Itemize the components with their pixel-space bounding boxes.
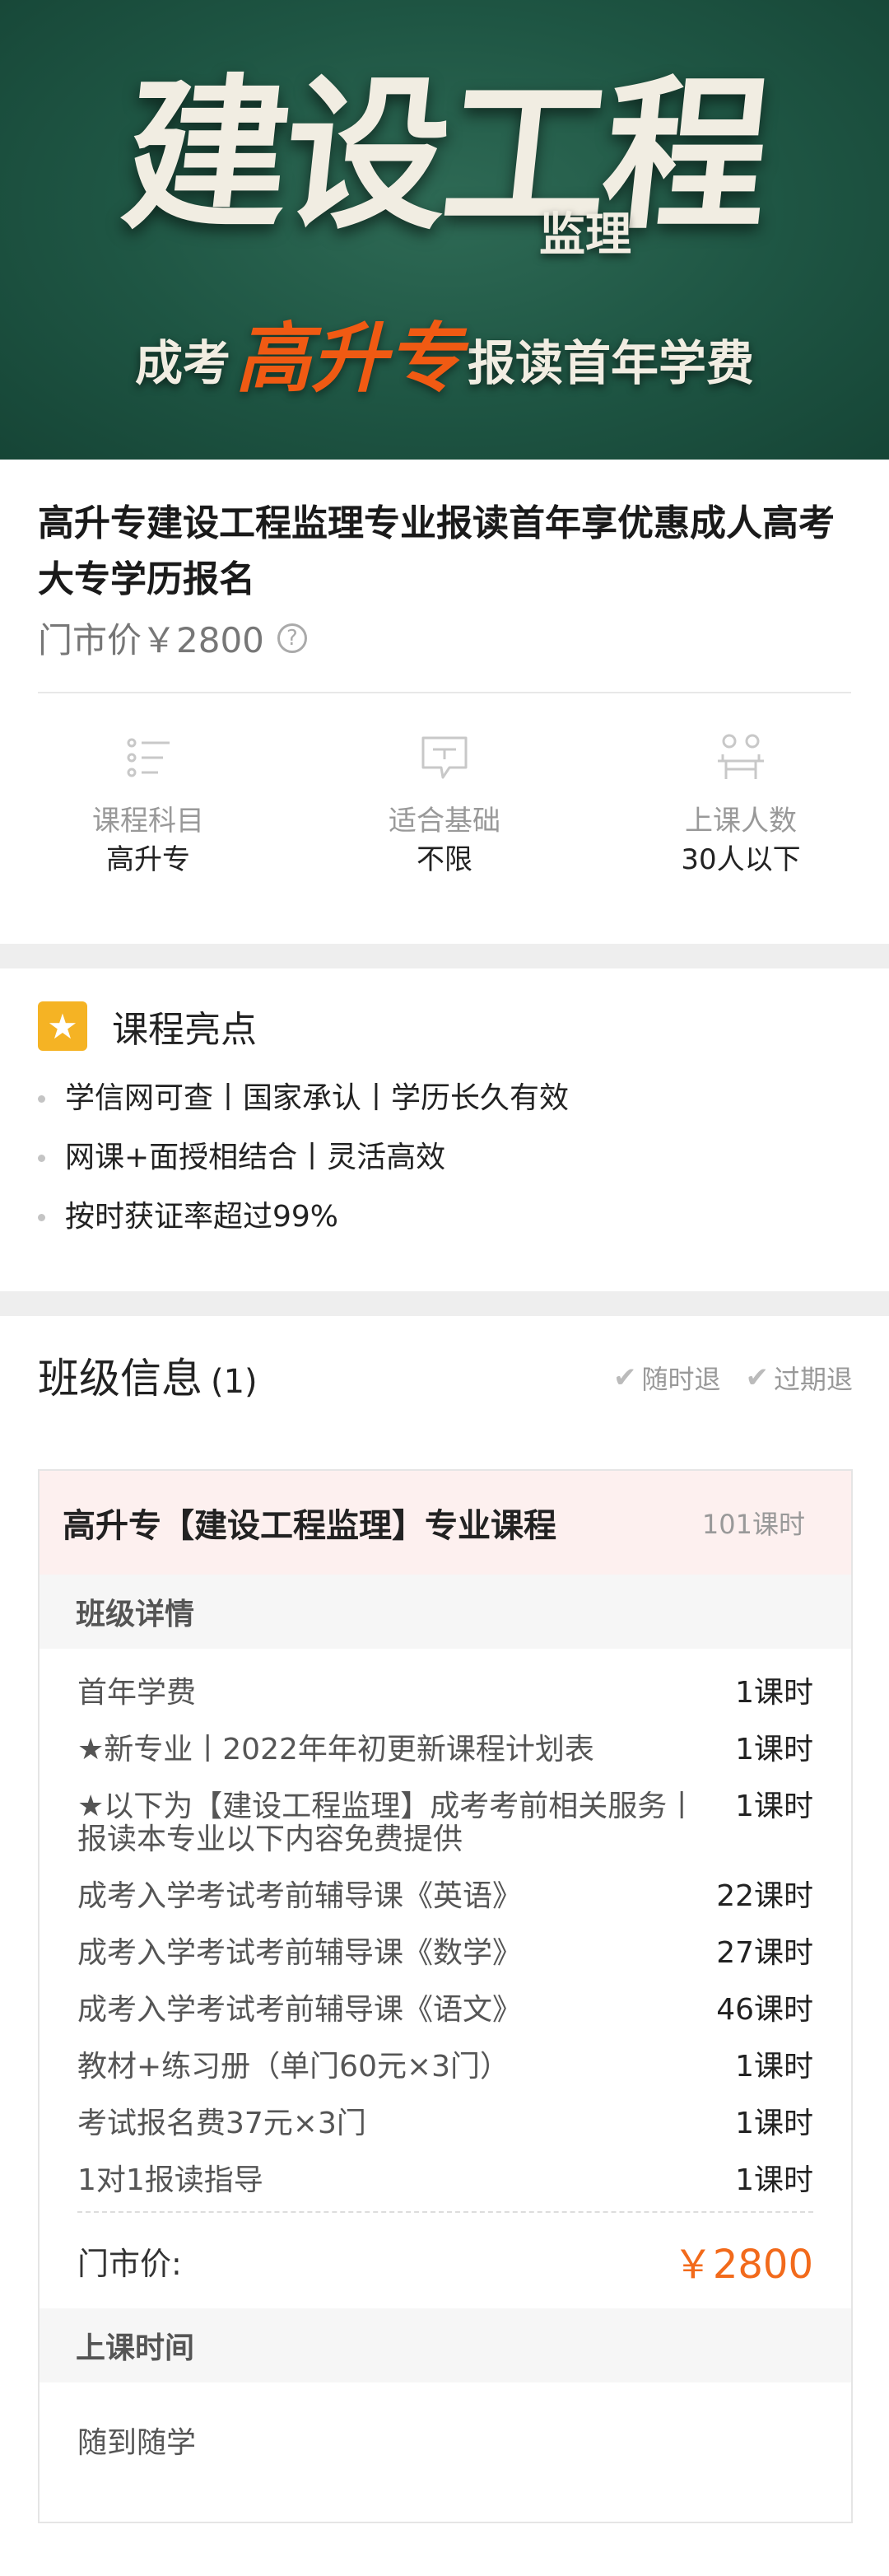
table-row: 1对1报读指导 1课时 [77,2153,813,2210]
row-name: 考试报名费37元×3门 [77,2107,366,2140]
stat-subject: 课程科目 高升专 [0,731,296,880]
refund-anytime-tag: ✔ 随时退 [613,1359,721,1397]
market-price: 门市价￥2800 [38,620,264,660]
stat-value: 不限 [417,843,472,876]
class-time-header: 上课时间 [40,2308,851,2382]
row-name: ★新专业丨2022年年初更新课程计划表 [77,1733,594,1766]
people-icon [718,734,764,779]
course-highlights: ★ 课程亮点 学信网可查丨国家承认丨学历长久有效 网课+面授相结合丨灵活高效 按… [0,968,889,1291]
refund-expired-tag: ✔ 过期退 [745,1359,853,1397]
table-row: ★新专业丨2022年年初更新课程计划表 1课时 [77,1722,813,1779]
highlight-text: 按时获证率超过99% [65,1200,339,1234]
market-price-row: 门市价￥2800 ? [38,613,307,663]
row-name: 教材+练习册（单门60元×3门） [77,2050,510,2084]
table-row: 首年学费 1课时 [77,1665,813,1722]
chat-board-icon [421,736,468,779]
stat-value: 30人以下 [681,843,801,876]
class-price: ￥2800 [673,2242,813,2288]
stat-label: 上课人数 [685,805,797,838]
table-row: 教材+练习册（单门60元×3门） 1课时 [77,2039,813,2096]
divider [38,692,851,693]
class-info-title: 班级信息 (1) [38,1346,258,1405]
row-name: 成考入学考试考前辅导课《语文》 [77,1993,523,2027]
stat-value: 高升专 [106,843,190,876]
table-row: 成考入学考试考前辅导课《数学》 27课时 [77,1925,813,1982]
stat-class-size: 上课人数 30人以下 [593,731,889,880]
list-item: 按时获证率超过99% [38,1188,569,1247]
course-banner: 建设工程 监理 成考高升专 报读首年学费 [0,0,889,460]
banner-tag-text: 监理 [539,208,631,262]
course-stats: 课程科目 高升专 适合基础 不限 上课人数 30人以下 [0,731,889,880]
table-row: 考试报名费37元×3门 1课时 [77,2096,813,2153]
banner-main-text: 建设工程 [114,60,775,252]
tag-label: 过期退 [773,1364,853,1395]
stat-label: 课程科目 [92,805,204,838]
class-info-label: 班级信息 [38,1355,202,1402]
stat-label: 适合基础 [389,805,500,838]
row-name: 成考入学考试考前辅导课《英语》 [77,1879,523,1913]
course-title: 高升专建设工程监理专业报读首年享优惠成人高考大专学历报名 [38,502,835,600]
row-name: 1对1报读指导 [77,2163,263,2197]
banner-sub-mid: 高升专 [235,315,463,403]
row-hours: 1课时 [735,1676,813,1710]
class-total-hours: 101课时 [701,1509,805,1540]
tag-label: 随时退 [641,1364,721,1395]
row-hours: 1课时 [735,1790,813,1823]
table-row: 成考入学考试考前辅导课《语文》 46课时 [77,1982,813,2039]
highlights-title: 课程亮点 [112,1009,257,1051]
row-hours: 27课时 [716,1936,813,1970]
check-icon: ✔ [745,1361,769,1394]
stat-level: 适合基础 不限 [296,731,593,880]
course-info-card: 高升专建设工程监理专业报读首年享优惠成人高考大专学历报名 门市价￥2800 ? … [0,460,889,944]
highlight-text: 网课+面授相结合丨灵活高效 [65,1141,446,1174]
class-card[interactable]: 高升专【建设工程监理】专业课程 101课时 班级详情 首年学费 1课时 ★新专业丨… [38,1469,853,2523]
highlights-header: ★ 课程亮点 [38,1000,257,1052]
row-hours: 1课时 [735,2163,813,2197]
class-name: 高升专【建设工程监理】专业课程 [63,1507,556,1545]
class-count: (1) [211,1363,258,1401]
row-name: 首年学费 [77,1676,197,1710]
class-detail-list: 首年学费 1课时 ★新专业丨2022年年初更新课程计划表 1课时 ★以下为【建设工程… [40,1649,851,2210]
list-item: 网课+面授相结合丨灵活高效 [38,1128,569,1188]
star-icon: ★ [38,1001,87,1051]
banner-sub-right: 报读首年学费 [468,335,755,391]
class-detail-header: 班级详情 [40,1575,851,1649]
bullet-icon [38,1154,45,1162]
row-hours: 1课时 [735,2107,813,2140]
class-info-section: 班级信息 (1) ✔ 随时退 ✔ 过期退 高升专【建设工程监理】专业课程 101课时 … [0,1316,889,2576]
table-row: ★以下为【建设工程监理】成考考前相关服务丨报读本专业以下内容免费提供 1课时 [77,1779,813,1869]
highlight-text: 学信网可查丨国家承认丨学历长久有效 [65,1081,570,1115]
highlights-list: 学信网可查丨国家承认丨学历长久有效 网课+面授相结合丨灵活高效 按时获证率超过9… [38,1069,569,1247]
class-price-row: 门市价: ￥2800 [40,2213,851,2308]
row-name: 成考入学考试考前辅导课《数学》 [77,1936,523,1970]
row-hours: 1课时 [735,1733,813,1766]
list-icon [127,738,170,777]
check-icon: ✔ [612,1361,637,1394]
help-icon[interactable]: ? [277,623,307,653]
bullet-icon [38,1213,45,1221]
refund-tags: ✔ 随时退 ✔ 过期退 [589,1359,853,1397]
price-label: 门市价: [77,2245,182,2282]
class-time-value: 随到随学 [77,2426,197,2460]
section-gap [0,1291,889,1316]
section-gap [0,944,889,968]
banner-sub-left: 成考 [134,335,230,391]
list-item: 学信网可查丨国家承认丨学历长久有效 [38,1069,569,1128]
banner-subtitle: 成考高升专 报读首年学费 [33,292,856,403]
bullet-icon [38,1094,45,1103]
table-row: 成考入学考试考前辅导课《英语》 22课时 [77,1869,813,1925]
row-hours: 22课时 [716,1879,813,1913]
row-name: ★以下为【建设工程监理】成考考前相关服务丨报读本专业以下内容免费提供 [77,1790,697,1856]
class-card-header[interactable]: 高升专【建设工程监理】专业课程 101课时 [40,1471,851,1575]
row-hours: 1课时 [735,2050,813,2084]
row-hours: 46课时 [716,1993,813,2027]
